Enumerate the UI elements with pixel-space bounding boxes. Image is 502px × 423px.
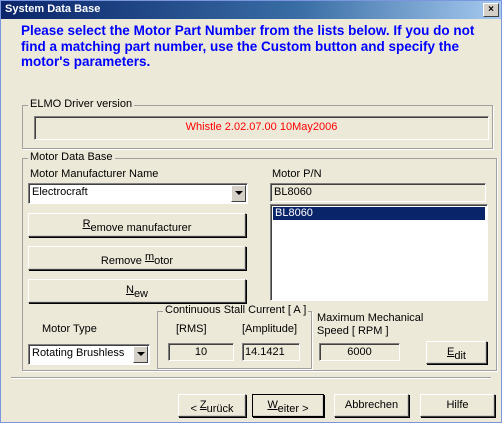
speed-label-line2: Speed [ RPM ] bbox=[317, 325, 389, 337]
rms-value-field: 10 bbox=[168, 343, 234, 361]
rms-label: [RMS] bbox=[176, 323, 207, 335]
pn-value-field: BL8060 bbox=[270, 183, 486, 202]
motor-type-label: Motor Type bbox=[42, 323, 97, 335]
chevron-down-icon[interactable] bbox=[133, 346, 148, 363]
speed-label-line1: Maximum Mechanical bbox=[317, 312, 424, 324]
new-motor-button[interactable]: New bbox=[28, 279, 246, 303]
motor-type-value: Rotating Brushless bbox=[32, 347, 125, 359]
list-item[interactable]: BL8060 bbox=[273, 207, 485, 220]
manufacturer-value: Electrocraft bbox=[32, 186, 88, 198]
title-bar[interactable]: System Data Base × bbox=[1, 1, 501, 19]
speed-value-field: 6000 bbox=[319, 343, 400, 361]
manufacturer-select[interactable]: Electrocraft bbox=[28, 183, 248, 204]
remove-motor-button[interactable]: Remove motor bbox=[28, 246, 246, 270]
motor-db-legend: Motor Data Base bbox=[28, 151, 115, 163]
driver-version-display: Whistle 2.02.07.00 10May2006 bbox=[34, 116, 489, 140]
amplitude-value: 14.1421 bbox=[245, 346, 285, 358]
pn-value: BL8060 bbox=[274, 186, 312, 198]
stall-current-legend: Continuous Stall Current [ A ] bbox=[163, 304, 309, 316]
back-button[interactable]: < Zurück bbox=[178, 394, 246, 417]
dialog-window: System Data Base × Please select the Mot… bbox=[0, 0, 502, 423]
next-button[interactable]: Weiter > bbox=[252, 394, 324, 417]
close-button[interactable]: × bbox=[483, 3, 499, 17]
instruction-text: Please select the Motor Part Number from… bbox=[21, 23, 475, 69]
edit-button[interactable]: Edit bbox=[426, 341, 487, 364]
motor-type-select[interactable]: Rotating Brushless bbox=[28, 344, 150, 365]
footer-divider bbox=[11, 377, 491, 379]
window-title: System Data Base bbox=[5, 3, 101, 15]
driver-version-value: Whistle 2.02.07.00 10May2006 bbox=[185, 121, 338, 133]
speed-value: 6000 bbox=[347, 346, 372, 358]
chevron-down-icon[interactable] bbox=[231, 185, 246, 202]
pn-list[interactable]: BL8060 bbox=[270, 204, 488, 301]
manufacturer-label: Motor Manufacturer Name bbox=[30, 168, 159, 180]
remove-manufacturer-button[interactable]: Remove manufacturer bbox=[28, 213, 246, 237]
cancel-button[interactable]: Abbrechen bbox=[334, 394, 409, 417]
pn-label: Motor P/N bbox=[272, 168, 322, 180]
driver-version-legend: ELMO Driver version bbox=[28, 98, 135, 110]
help-button[interactable]: Hilfe bbox=[420, 394, 495, 417]
rms-value: 10 bbox=[194, 346, 208, 358]
amplitude-value-field: 14.1421 bbox=[242, 343, 300, 361]
amplitude-label: [Amplitude] bbox=[242, 323, 298, 335]
